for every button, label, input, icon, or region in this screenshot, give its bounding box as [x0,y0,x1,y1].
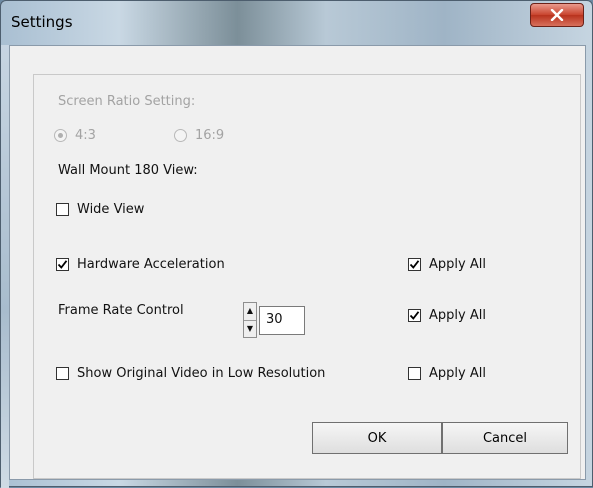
ratio-4-3-label: 4:3 [75,128,96,143]
low-resolution-label: Show Original Video in Low Resolution [77,366,326,381]
wide-view-option[interactable]: Wide View [56,202,144,217]
settings-group-box [33,74,581,479]
arrow-up-icon: ▲ [246,306,254,316]
spin-up-button[interactable]: ▲ [244,303,256,321]
low-resolution-option[interactable]: Show Original Video in Low Resolution [56,366,325,381]
hardware-acceleration-checkbox[interactable] [56,258,69,271]
window-frame-left [1,45,9,488]
checkmark-icon [57,260,68,269]
apply-all-label: Apply All [429,308,486,323]
hardware-acceleration-label: Hardware Acceleration [77,257,225,272]
low-resolution-checkbox[interactable] [56,367,69,380]
apply-all-checkbox[interactable] [408,367,421,380]
window-title: Settings [11,13,73,31]
close-icon [550,9,564,21]
wide-view-checkbox[interactable] [56,203,69,216]
hardware-acceleration-apply-all[interactable]: Apply All [408,257,486,272]
low-resolution-apply-all[interactable]: Apply All [408,366,486,381]
dialog-client-area: Screen Ratio Setting: 4:3 16:9 Wall Moun… [9,45,586,480]
checkmark-icon [409,311,420,320]
cancel-button[interactable]: Cancel [442,422,568,454]
ok-button[interactable]: OK [312,422,442,454]
ratio-16-9-radio[interactable] [174,129,187,142]
spin-down-button[interactable]: ▼ [244,321,256,338]
apply-all-label: Apply All [429,366,486,381]
title-bar[interactable]: Settings [1,1,592,45]
screen-ratio-label: Screen Ratio Setting: [58,94,196,109]
arrow-down-icon: ▼ [246,323,254,333]
apply-all-label: Apply All [429,257,486,272]
apply-all-checkbox[interactable] [408,309,421,322]
checkmark-icon [409,260,420,269]
settings-window: Settings Screen Ratio Setting: 4:3 16:9 … [0,0,593,488]
ratio-16-9-label: 16:9 [195,128,225,143]
wide-view-label: Wide View [77,202,145,217]
ratio-option-4-3[interactable]: 4:3 [54,128,96,143]
ratio-4-3-radio[interactable] [54,129,67,142]
frame-rate-apply-all[interactable]: Apply All [408,308,486,323]
frame-rate-input[interactable]: 30 [259,305,305,335]
close-button[interactable] [530,3,584,27]
ratio-option-16-9[interactable]: 16:9 [174,128,224,143]
frame-rate-control: ▲ ▼ 30 [243,302,305,338]
frame-rate-label: Frame Rate Control [58,303,184,318]
apply-all-checkbox[interactable] [408,258,421,271]
wall-mount-label: Wall Mount 180 View: [58,163,198,178]
hardware-acceleration-option[interactable]: Hardware Acceleration [56,257,225,272]
frame-rate-spinner[interactable]: ▲ ▼ [243,302,257,338]
